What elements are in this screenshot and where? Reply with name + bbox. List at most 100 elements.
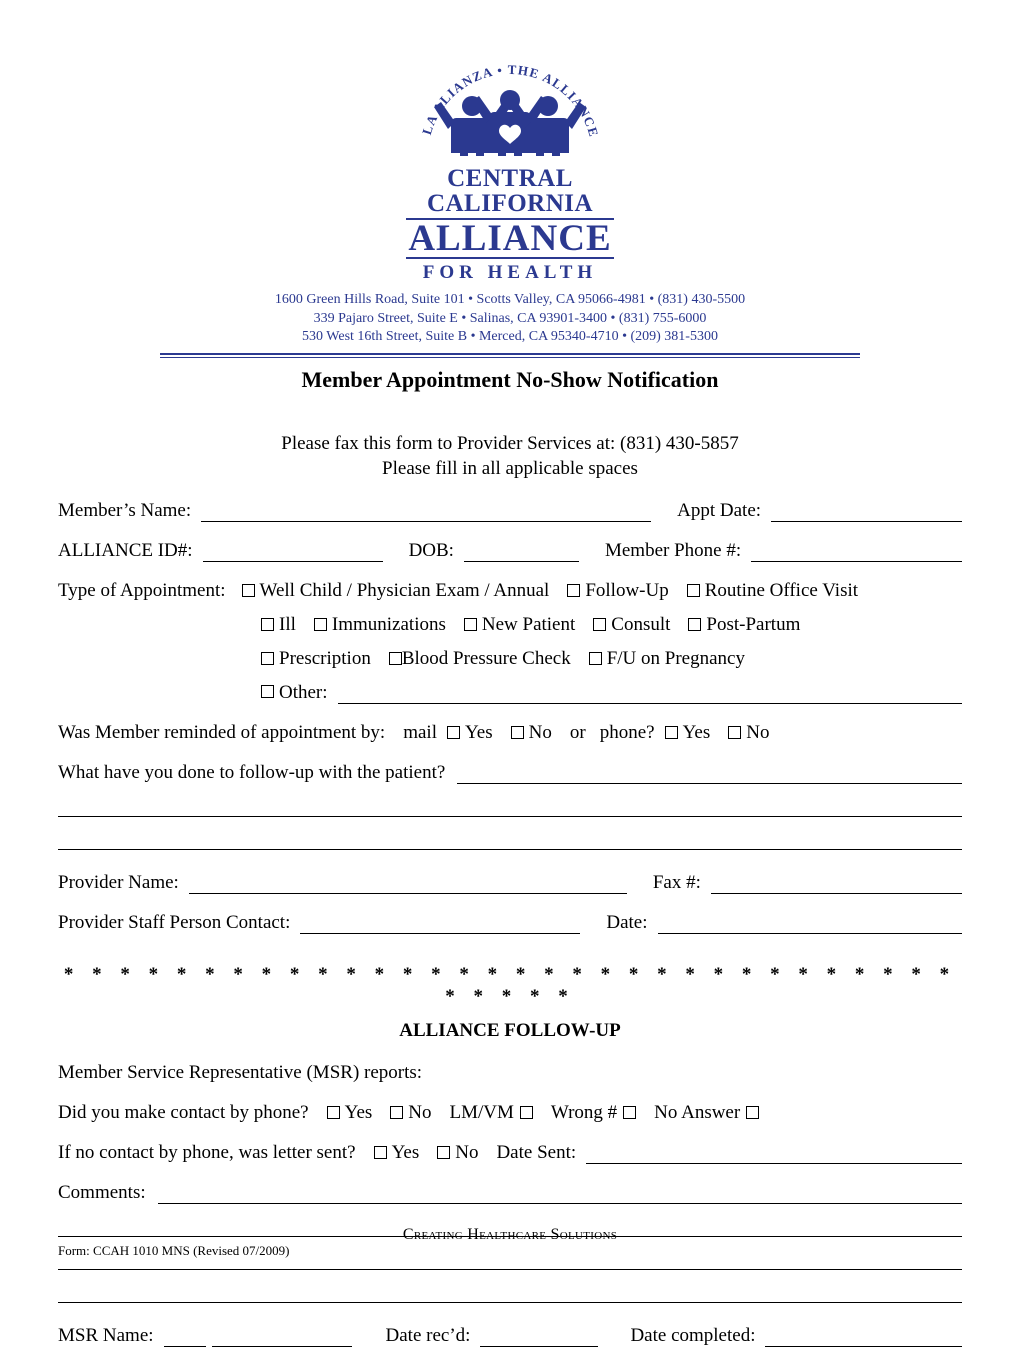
checkbox-icon[interactable] xyxy=(728,726,742,740)
checkbox-icon[interactable] xyxy=(593,618,607,632)
reminder-or-label: or xyxy=(569,722,586,744)
checkbox-icon[interactable] xyxy=(686,584,700,598)
checkbox-label: F/U on Pregnancy xyxy=(606,648,745,670)
contact-question-label: Did you make contact by phone? xyxy=(58,1102,309,1124)
checkbox-icon[interactable] xyxy=(390,1106,404,1120)
alliance-followup-title: ALLIANCE FOLLOW-UP xyxy=(399,1020,621,1042)
msr-name-input[interactable] xyxy=(211,1326,352,1347)
checkbox-label: Yes xyxy=(464,722,493,744)
checkbox-label: Ill xyxy=(279,614,296,636)
fax-instructions: Please fax this form to Provider Service… xyxy=(0,431,1020,482)
checkbox-option-phone-no[interactable]: No xyxy=(728,722,769,744)
checkbox-label: Post-Partum xyxy=(706,614,801,636)
checkbox-option-ill[interactable]: Ill xyxy=(261,614,296,636)
checkbox-icon[interactable] xyxy=(326,1106,340,1120)
checkbox-option-immunizations[interactable]: Immunizations xyxy=(313,614,446,636)
appt-date-input[interactable] xyxy=(771,501,962,523)
provider-name-row: Provider Name: Fax #: xyxy=(58,872,962,895)
msr-reports-row: Member Service Representative (MSR) repo… xyxy=(58,1062,962,1084)
checkbox-option-consult[interactable]: Consult xyxy=(593,614,670,636)
footer-form-id: Form: CCAH 1010 MNS (Revised 07/2009) xyxy=(58,1243,290,1258)
followup-question-row: What have you done to follow-up with the… xyxy=(58,762,962,785)
checkbox-icon[interactable] xyxy=(567,584,581,598)
checkbox-icon[interactable] xyxy=(746,1106,760,1120)
checkbox-option-wrong-number[interactable]: Wrong # xyxy=(550,1102,637,1124)
msr-reports-label: Member Service Representative (MSR) repo… xyxy=(58,1062,423,1084)
checkbox-option-blood-pressure-check[interactable]: Blood Pressure Check xyxy=(388,648,571,670)
checkbox-option-routine-office-visit[interactable]: Routine Office Visit xyxy=(686,580,858,602)
followup-answer-input-line-1[interactable] xyxy=(457,763,962,785)
provider-date-label: Date: xyxy=(606,912,648,934)
reminder-mail-label: mail xyxy=(403,722,437,744)
checkbox-option-letter-no[interactable]: No xyxy=(437,1142,478,1164)
comments-input-line-1[interactable] xyxy=(157,1183,962,1205)
checkbox-icon[interactable] xyxy=(688,618,702,632)
checkbox-icon[interactable] xyxy=(388,652,402,666)
checkbox-icon[interactable] xyxy=(373,1146,387,1160)
reminder-phone-label: phone? xyxy=(599,722,655,744)
checkbox-label: New Patient xyxy=(481,614,576,636)
provider-name-input[interactable] xyxy=(188,873,627,895)
checkbox-icon[interactable] xyxy=(519,1106,533,1120)
comments-input-line-4[interactable] xyxy=(58,1302,962,1304)
alliance-id-input[interactable] xyxy=(202,541,383,563)
checkbox-option-no-answer[interactable]: No Answer xyxy=(654,1102,760,1124)
checkbox-icon[interactable] xyxy=(446,726,460,740)
member-name-row: Member’s Name: Appt Date: xyxy=(58,500,962,523)
checkbox-option-well-child[interactable]: Well Child / Physician Exam / Annual xyxy=(241,580,550,602)
date-completed-label: Date completed: xyxy=(630,1325,756,1347)
checkbox-option-mail-yes[interactable]: Yes xyxy=(446,722,493,744)
member-phone-input[interactable] xyxy=(751,541,962,563)
other-input[interactable] xyxy=(337,683,962,705)
msr-initials-input[interactable] xyxy=(163,1326,206,1347)
logo-people-icon: LA ALIANZA • THE ALLIANCE xyxy=(419,62,601,156)
provider-date-input[interactable] xyxy=(657,913,962,935)
followup-answer-input-line-3[interactable] xyxy=(58,849,962,851)
checkbox-option-post-partum[interactable]: Post-Partum xyxy=(688,614,800,636)
comments-input-line-3[interactable] xyxy=(58,1269,962,1271)
checkbox-option-fu-on-pregnancy[interactable]: F/U on Pregnancy xyxy=(588,648,745,670)
checkbox-icon[interactable] xyxy=(510,726,524,740)
checkbox-option-prescription[interactable]: Prescription xyxy=(261,648,371,670)
checkbox-icon[interactable] xyxy=(463,618,477,632)
checkbox-label: No xyxy=(455,1142,479,1164)
checkbox-icon[interactable] xyxy=(623,1106,637,1120)
appointment-type-row-3: Prescription Blood Pressure Check F/U on… xyxy=(58,648,962,670)
checkbox-option-mail-no[interactable]: No xyxy=(510,722,552,744)
date-completed-input[interactable] xyxy=(765,1326,962,1347)
date-recd-input[interactable] xyxy=(480,1326,599,1347)
checkbox-icon[interactable] xyxy=(588,652,602,666)
dob-label: DOB: xyxy=(408,540,454,562)
checkbox-option-new-patient[interactable]: New Patient xyxy=(463,614,576,636)
checkbox-icon[interactable] xyxy=(313,618,327,632)
checkbox-label: No xyxy=(746,722,770,744)
letter-question-label: If no contact by phone, was letter sent? xyxy=(58,1142,356,1164)
checkbox-label: Well Child / Physician Exam / Annual xyxy=(259,580,550,602)
checkbox-label: Yes xyxy=(682,722,711,744)
checkbox-icon[interactable] xyxy=(261,652,274,666)
checkbox-option-contact-yes[interactable]: Yes xyxy=(326,1102,372,1124)
checkbox-icon[interactable] xyxy=(261,685,274,699)
fax-instruction-line: Please fax this form to Provider Service… xyxy=(281,432,739,454)
checkbox-icon[interactable] xyxy=(437,1146,451,1160)
provider-fax-input[interactable] xyxy=(710,873,962,895)
appointment-type-row-1: Type of Appointment: Well Child / Physic… xyxy=(58,580,962,602)
dob-input[interactable] xyxy=(463,541,579,563)
checkbox-label: Wrong # xyxy=(550,1102,618,1124)
member-name-input[interactable] xyxy=(201,501,652,523)
checkbox-option-contact-no[interactable]: No xyxy=(390,1102,432,1124)
date-sent-input[interactable] xyxy=(586,1143,962,1165)
logo-block: LA ALIANZA • THE ALLIANCE xyxy=(0,0,1020,358)
checkbox-label: Immunizations xyxy=(331,614,446,636)
address-line-salinas: 339 Pajaro Street, Suite E • Salinas, CA… xyxy=(313,310,707,326)
checkbox-option-follow-up[interactable]: Follow-Up xyxy=(567,580,669,602)
checkbox-icon[interactable] xyxy=(664,726,678,740)
checkbox-option-lmvm[interactable]: LM/VM xyxy=(450,1102,533,1124)
provider-staff-contact-input[interactable] xyxy=(300,913,581,935)
checkbox-label: Consult xyxy=(611,614,671,636)
checkbox-option-letter-yes[interactable]: Yes xyxy=(373,1142,419,1164)
checkbox-icon[interactable] xyxy=(261,618,274,632)
checkbox-icon[interactable] xyxy=(241,584,255,598)
followup-answer-input-line-2[interactable] xyxy=(58,816,962,818)
checkbox-option-phone-yes[interactable]: Yes xyxy=(664,722,711,744)
